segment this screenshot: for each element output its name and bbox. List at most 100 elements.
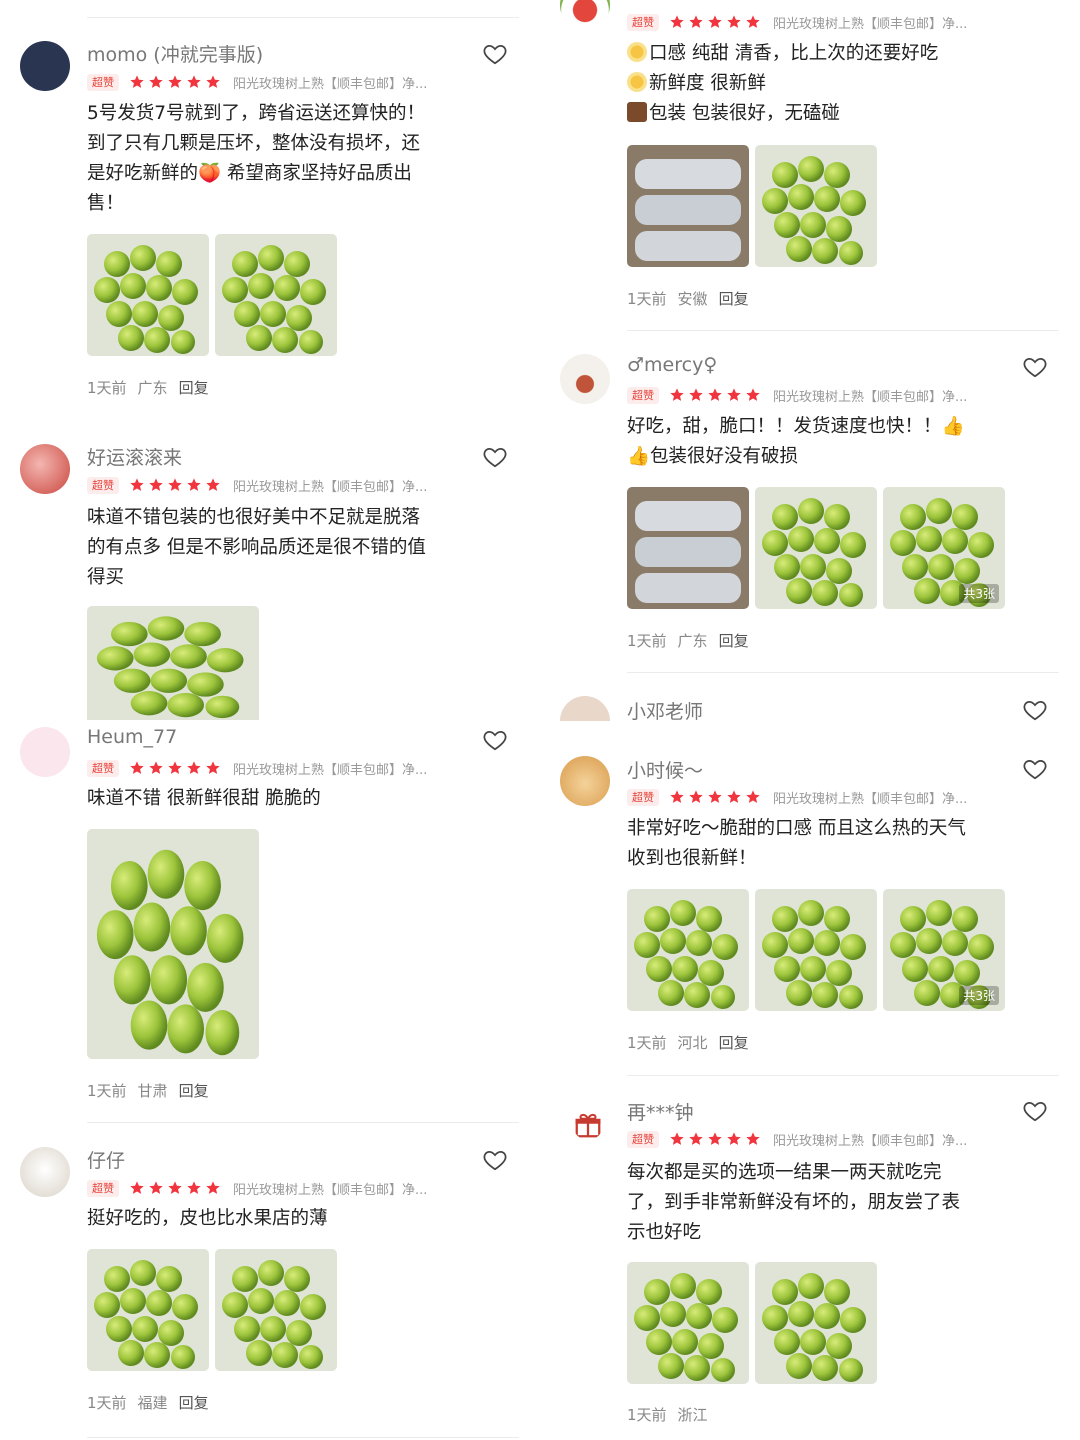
review-photo[interactable]	[87, 234, 209, 356]
review-photo[interactable]	[215, 1249, 337, 1371]
review-photo[interactable]	[87, 1249, 209, 1371]
review-photo[interactable]	[755, 487, 877, 609]
reply-button[interactable]: 回复	[719, 630, 749, 651]
five-star-rating	[129, 760, 221, 776]
avatar[interactable]	[20, 444, 70, 494]
reply-button[interactable]: 回复	[179, 1080, 209, 1101]
avatar[interactable]	[20, 727, 70, 777]
review-photos	[627, 145, 877, 267]
divider	[627, 330, 1059, 331]
review-photo[interactable]	[87, 606, 259, 720]
rating-row: 超赞 阳光玫瑰树上熟【顺丰包邮】净...	[627, 788, 968, 807]
like-heart-icon[interactable]	[1022, 1098, 1048, 1124]
review-region: 福建	[137, 1394, 168, 1412]
review-photos: 共3张	[627, 487, 1005, 609]
reply-button[interactable]: 回复	[179, 377, 209, 398]
review-time: 1天前	[627, 1406, 667, 1424]
review-footer: 1天前 广东 回复	[627, 630, 749, 651]
star-icon	[726, 14, 742, 30]
sku-text: 阳光玫瑰树上熟【顺丰包邮】净...	[233, 1182, 428, 1198]
review-photo[interactable]: 共3张	[883, 487, 1005, 609]
username[interactable]: 小时候～	[627, 756, 703, 783]
username[interactable]: 再***钟	[627, 1098, 694, 1125]
text-line: 👍包装很好没有破损	[627, 446, 799, 467]
rating-row: 超赞 阳光玫瑰树上熟【顺丰包邮】净...	[87, 476, 427, 495]
like-heart-icon[interactable]	[482, 727, 508, 753]
review-photo[interactable]	[755, 889, 877, 1011]
review-text: 5号发货7号就到了，跨省运送还算快的！ 到了只有几颗是压坏，整体没有损坏，还 是…	[87, 99, 443, 219]
review-text: 味道不错 很新鲜很甜 脆脆的	[87, 784, 443, 814]
rating-badge: 超赞	[627, 386, 659, 404]
star-icon	[707, 1131, 723, 1147]
reply-button[interactable]: 回复	[719, 288, 749, 309]
like-heart-icon[interactable]	[1022, 756, 1048, 782]
username[interactable]: 好运滚滚来	[87, 443, 182, 470]
star-icon	[205, 760, 221, 776]
star-icon	[726, 789, 742, 805]
review-photo[interactable]	[755, 1262, 877, 1384]
text-line: 包装 包装很好，无磕碰	[627, 99, 1007, 129]
star-icon	[205, 74, 221, 90]
review-photo[interactable]	[87, 829, 259, 1059]
text-line: 挺好吃的，皮也比水果店的薄	[87, 1208, 328, 1229]
username[interactable]: Heum_77	[87, 726, 177, 748]
review-region: 浙江	[677, 1406, 708, 1424]
review-photo[interactable]	[627, 487, 749, 609]
gift-icon[interactable]	[573, 1110, 603, 1140]
reply-button[interactable]: 回复	[179, 1392, 209, 1413]
star-icon	[669, 789, 685, 805]
sku-text: 阳光玫瑰树上熟【顺丰包邮】净...	[773, 791, 968, 807]
star-icon	[205, 1180, 221, 1196]
review-photos	[87, 606, 259, 720]
text-line: 5号发货7号就到了，跨省运送还算快的！	[87, 103, 426, 124]
review-photo[interactable]	[627, 145, 749, 267]
rating-badge: 超赞	[87, 73, 119, 91]
rating-row: 超赞 阳光玫瑰树上熟【顺丰包邮】净...	[87, 1179, 428, 1198]
star-icon	[186, 477, 202, 493]
username[interactable]: ♂mercy♀	[627, 354, 717, 376]
review-text: 每次都是买的选项一结果一两天就吃完 了，到手非常新鲜没有坏的，朋友尝了表 示也好…	[627, 1158, 1007, 1248]
avatar[interactable]	[560, 756, 610, 806]
reply-button[interactable]: 回复	[719, 1032, 749, 1053]
star-icon	[148, 477, 164, 493]
sku-text: 阳光玫瑰树上熟【顺丰包邮】净...	[233, 76, 428, 92]
star-icon	[167, 74, 183, 90]
like-heart-icon[interactable]	[1022, 697, 1048, 723]
rating-row: 超赞 阳光玫瑰树上熟【顺丰包邮】净...	[627, 13, 968, 32]
sku-text: 阳光玫瑰树上熟【顺丰包邮】净...	[773, 16, 968, 32]
review-photo[interactable]	[215, 234, 337, 356]
rating-row: 超赞 阳光玫瑰树上熟【顺丰包邮】净...	[87, 759, 427, 778]
like-heart-icon[interactable]	[482, 444, 508, 470]
username[interactable]: 小邓老师	[627, 697, 703, 724]
username[interactable]: momo (冲就完事版)	[87, 40, 263, 67]
review-photo[interactable]: 共3张	[883, 889, 1005, 1011]
text-line: 到了只有几颗是压坏，整体没有损坏，还	[87, 133, 421, 154]
five-star-rating	[129, 477, 221, 493]
review-time: 1天前	[627, 632, 667, 650]
review-text: 非常好吃～脆甜的口感 而且这么热的天气 收到也很新鲜！	[627, 814, 1007, 874]
review-photo[interactable]	[627, 889, 749, 1011]
star-icon	[167, 760, 183, 776]
text-line: 了，到手非常新鲜没有坏的，朋友尝了表	[627, 1192, 961, 1213]
star-icon	[688, 789, 704, 805]
avatar[interactable]	[560, 354, 610, 404]
like-heart-icon[interactable]	[482, 41, 508, 67]
avatar[interactable]	[560, 696, 610, 721]
review-region: 广东	[137, 379, 168, 397]
avatar[interactable]	[20, 1147, 70, 1197]
like-heart-icon[interactable]	[1022, 354, 1048, 380]
star-icon	[148, 1180, 164, 1196]
avatar[interactable]	[20, 41, 70, 91]
star-icon	[186, 1180, 202, 1196]
star-icon	[129, 1180, 145, 1196]
avatar[interactable]	[560, 0, 610, 30]
star-icon	[148, 74, 164, 90]
username[interactable]: 仔仔	[87, 1146, 125, 1173]
star-icon	[688, 1131, 704, 1147]
review-photo[interactable]	[755, 145, 877, 267]
review-footer: 1天前 安徽 回复	[627, 288, 749, 309]
star-icon	[726, 1131, 742, 1147]
like-heart-icon[interactable]	[482, 1147, 508, 1173]
review-photo[interactable]	[627, 1262, 749, 1384]
text-line: 的有点多 但是不影响品质还是很不错的值	[87, 537, 426, 558]
